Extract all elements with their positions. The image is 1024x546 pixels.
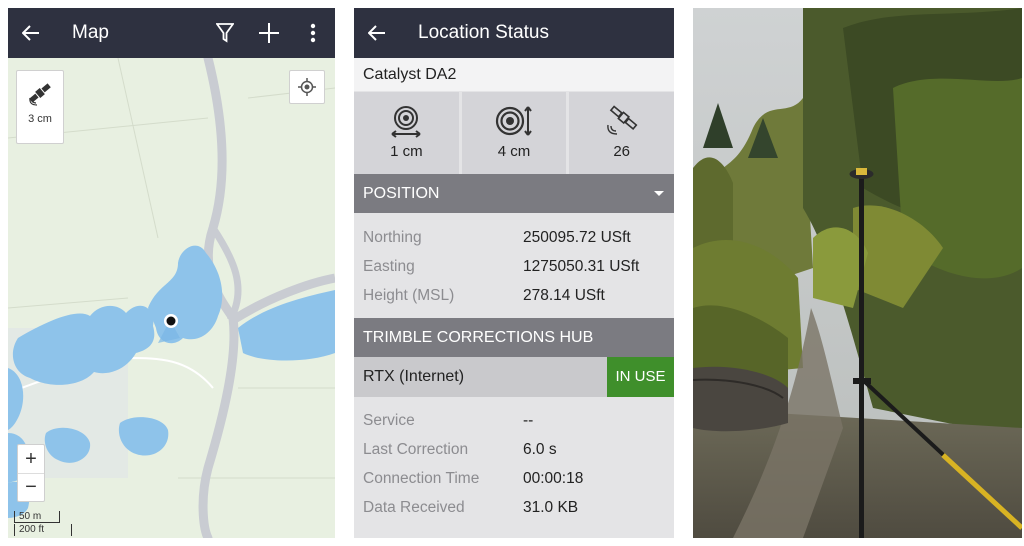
- satellite-icon: [29, 83, 51, 106]
- arrow-left-icon: [22, 25, 39, 41]
- gnss-receiver-on-pole-photo: [693, 8, 1022, 538]
- field-photo: [693, 8, 1022, 538]
- height-value: 278.14 USft: [523, 287, 605, 304]
- connection-time-row: Connection Time 00:00:18: [354, 464, 674, 493]
- northing-value: 250095.72 USft: [523, 229, 631, 246]
- page-title: Location Status: [418, 22, 549, 43]
- vertical-precision-tile[interactable]: 4 cm: [461, 92, 567, 174]
- back-button[interactable]: [8, 8, 54, 58]
- in-use-badge: IN USE: [607, 357, 674, 397]
- zoom-in-button[interactable]: +: [18, 445, 44, 473]
- zoom-control: + −: [17, 444, 45, 502]
- horizontal-precision-icon: [391, 106, 421, 138]
- gps-status-button[interactable]: 3 cm: [16, 70, 64, 144]
- arrow-left-icon: [368, 25, 385, 41]
- connection-time-label: Connection Time: [363, 470, 480, 487]
- service-value: --: [523, 412, 534, 429]
- rtx-source-row[interactable]: RTX (Internet) IN USE: [354, 357, 674, 397]
- status-top-bar: Location Status: [354, 8, 674, 58]
- last-correction-label: Last Correction: [363, 441, 469, 458]
- easting-row: Easting 1275050.31 USft: [354, 252, 674, 281]
- satellite-count: 26: [613, 143, 631, 160]
- map-top-bar: Map: [8, 8, 335, 58]
- gps-accuracy-label: 3 cm: [28, 113, 52, 125]
- northing-label: Northing: [363, 229, 422, 246]
- northing-row: Northing 250095.72 USft: [354, 223, 674, 252]
- position-header-label: POSITION: [363, 185, 440, 202]
- map-scale-bar: 50 m 200 ft: [12, 511, 72, 537]
- service-label: Service: [363, 412, 415, 429]
- crosshair-icon: [298, 78, 316, 96]
- vertical-precision-icon: [495, 106, 532, 136]
- last-correction-value: 6.0 s: [523, 441, 557, 458]
- data-received-value: 31.0 KB: [523, 499, 579, 516]
- last-correction-row: Last Correction 6.0 s: [354, 435, 674, 464]
- caret-down-icon: [654, 191, 664, 196]
- map-screen: Map 3 cm + − 50 m 200 ft: [8, 8, 335, 538]
- add-button[interactable]: [247, 8, 291, 58]
- precision-tiles: 1 cm 4 cm 26: [354, 92, 674, 174]
- data-received-label: Data Received: [363, 499, 465, 516]
- service-row: Service --: [354, 406, 674, 435]
- height-row: Height (MSL) 278.14 USft: [354, 281, 674, 310]
- rtx-source-label: RTX (Internet): [363, 368, 465, 385]
- plus-icon: [259, 23, 279, 43]
- connection-time-value: 00:00:18: [523, 470, 584, 487]
- height-label: Height (MSL): [363, 287, 455, 304]
- scale-metric: 50 m: [14, 511, 60, 523]
- more-button[interactable]: [291, 8, 335, 58]
- corrections-hub-header: TRIMBLE CORRECTIONS HUB: [354, 318, 674, 357]
- locate-me-button[interactable]: [289, 70, 325, 104]
- horizontal-precision-tile[interactable]: 1 cm: [354, 92, 459, 174]
- horizontal-precision-value: 1 cm: [390, 143, 423, 160]
- location-status-screen: Location Status Catalyst DA2 1 cm 4 cm 2…: [354, 8, 674, 538]
- vertical-precision-value: 4 cm: [497, 143, 531, 160]
- filter-button[interactable]: [203, 8, 247, 58]
- more-vertical-icon: [310, 23, 316, 43]
- easting-value: 1275050.31 USft: [523, 258, 640, 275]
- scale-imperial: 200 ft: [14, 524, 72, 536]
- easting-label: Easting: [363, 258, 415, 275]
- back-button[interactable]: [354, 8, 400, 58]
- device-name: Catalyst DA2: [354, 58, 674, 91]
- data-received-row: Data Received 31.0 KB: [354, 493, 674, 522]
- position-section-header[interactable]: POSITION: [354, 174, 674, 213]
- filter-icon: [216, 23, 234, 43]
- zoom-out-button[interactable]: −: [18, 473, 44, 501]
- satellite-icon: [606, 105, 638, 135]
- page-title: Map: [72, 22, 109, 43]
- corrections-hub-label: TRIMBLE CORRECTIONS HUB: [363, 329, 594, 346]
- satellites-tile[interactable]: 26: [569, 92, 674, 174]
